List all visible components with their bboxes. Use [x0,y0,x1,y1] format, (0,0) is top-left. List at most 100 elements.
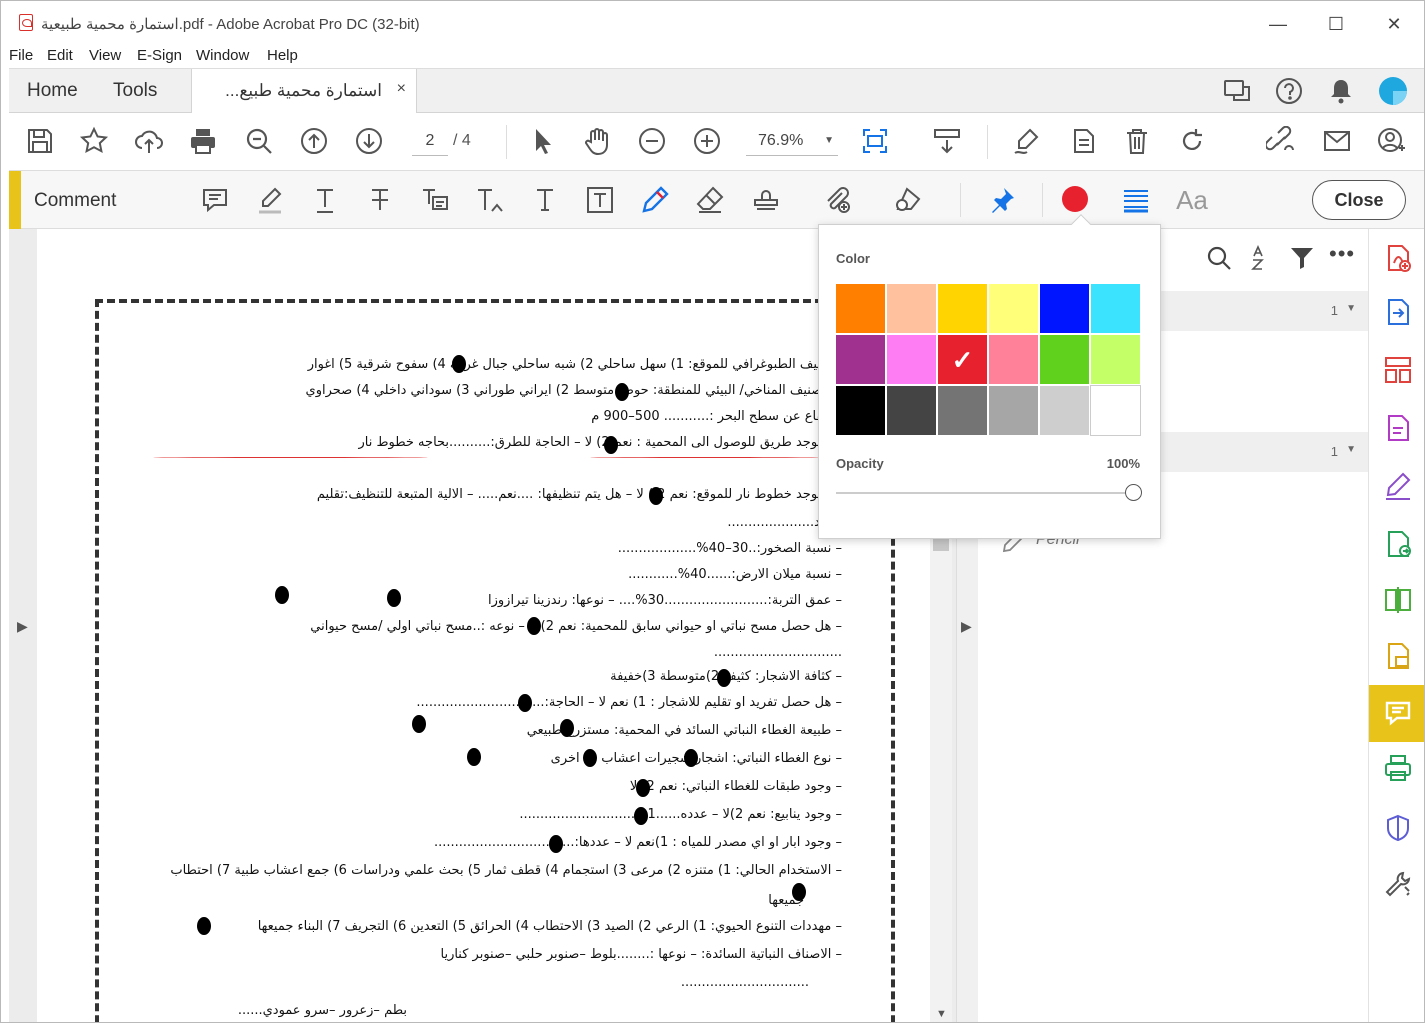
tab-home[interactable]: Home [27,80,78,102]
prev-page-icon[interactable] [298,125,330,157]
scroll-mode-icon[interactable] [931,125,963,157]
document-viewport[interactable]: التصنيف الطبوغرافي للموقع: 1) سهل ساحلي … [9,229,956,1022]
sign-pen-icon[interactable] [1011,125,1043,157]
replace-text-icon[interactable] [418,183,452,217]
color-swatch[interactable] [1039,283,1090,334]
color-swatch[interactable] [1039,385,1090,436]
fill-sign-icon[interactable] [1383,471,1413,501]
menu-view[interactable]: View [89,47,121,64]
opacity-slider-track[interactable] [836,492,1135,494]
stamp-icon[interactable] [749,183,783,217]
color-swatch[interactable] [988,334,1039,385]
color-swatch[interactable] [886,283,937,334]
edit-pdf-icon[interactable] [1383,413,1413,443]
hand-tool-icon[interactable] [581,125,613,157]
star-icon[interactable] [78,125,110,157]
text-box-icon[interactable] [583,183,617,217]
color-swatch[interactable] [937,283,988,334]
close-tab-icon[interactable]: × [397,80,406,98]
compare-files-icon[interactable] [1383,585,1413,615]
color-swatch[interactable] [1090,385,1141,436]
tab-tools[interactable]: Tools [113,80,157,102]
sticky-note-icon[interactable] [198,183,232,217]
tab-document[interactable]: استمارة محمية طبيع... × [191,69,417,114]
create-pdf-icon[interactable] [1383,243,1413,273]
save-icon[interactable] [24,125,56,157]
print-production-icon[interactable] [1383,753,1413,783]
attach-file-icon[interactable] [820,183,854,217]
more-options-icon[interactable]: ••• [1329,243,1355,265]
menu-edit[interactable]: Edit [47,47,73,64]
line-style-icon[interactable] [1119,183,1153,217]
color-swatch[interactable] [835,283,886,334]
insert-text-icon[interactable] [473,183,507,217]
minimize-button[interactable]: — [1255,9,1301,39]
zoom-select[interactable]: 76.9% ▼ [746,126,838,156]
close-window-button[interactable]: ✕ [1371,9,1417,39]
comment-tool-icon[interactable] [1383,698,1413,728]
filled-answer-mark [649,487,663,505]
scrollbar-thumb[interactable] [933,537,949,551]
close-comment-button[interactable]: Close [1312,180,1406,220]
color-swatch[interactable] [886,385,937,436]
color-swatch[interactable] [1090,334,1141,385]
rotate-icon[interactable] [1176,125,1208,157]
select-cursor-icon[interactable] [526,125,558,157]
account-icon[interactable] [1378,76,1408,106]
print-icon[interactable] [187,125,219,157]
next-page-icon[interactable] [353,125,385,157]
redact-icon[interactable] [1066,125,1098,157]
scroll-down-icon[interactable]: ▼ [936,1008,947,1020]
zoom-search-icon[interactable] [243,125,275,157]
pin-icon[interactable] [985,183,1019,217]
color-swatch[interactable] [988,283,1039,334]
color-picker-popup: Color Opacity 100% [818,214,1161,539]
filter-icon[interactable] [1289,245,1315,276]
menu-help[interactable]: Help [267,47,298,64]
menu-file[interactable]: File [9,47,33,64]
color-swatch[interactable] [937,385,988,436]
protect-shield-icon[interactable] [1383,813,1413,843]
color-swatch[interactable] [988,385,1039,436]
color-picker-button[interactable] [1062,186,1088,212]
email-icon[interactable] [1321,125,1353,157]
eraser-icon[interactable] [693,183,727,217]
menu-esign[interactable]: E-Sign [137,47,182,64]
toolbar-divider [506,125,507,159]
left-pane-toggle-icon[interactable]: ▶ [17,618,28,635]
sort-az-icon[interactable] [1250,245,1272,276]
color-swatch[interactable] [886,334,937,385]
opacity-slider-handle[interactable] [1125,484,1142,501]
underline-text-icon[interactable] [308,183,342,217]
menu-window[interactable]: Window [196,47,249,64]
bell-icon[interactable] [1326,76,1356,106]
share-link-icon[interactable] [1265,125,1297,157]
zoom-in-icon[interactable] [691,125,723,157]
color-swatch[interactable] [835,385,886,436]
page-number-input[interactable] [412,126,448,156]
send-for-review-icon[interactable] [1383,529,1413,559]
zoom-out-icon[interactable] [636,125,668,157]
cloud-upload-icon[interactable] [133,125,165,157]
more-tools-icon[interactable] [1383,869,1413,899]
color-swatch[interactable] [1039,334,1090,385]
strikethrough-text-icon[interactable] [363,183,397,217]
color-swatch[interactable] [937,334,988,385]
color-swatch[interactable] [1090,283,1141,334]
trash-icon[interactable] [1121,125,1153,157]
maximize-button[interactable]: ☐ [1313,9,1359,39]
comment-file-icon[interactable] [1383,641,1413,671]
fit-page-icon[interactable] [859,125,891,157]
help-icon[interactable] [1274,76,1304,106]
organize-pages-icon[interactable] [1383,355,1413,385]
font-style-icon[interactable]: Aa [1175,183,1209,217]
share-screen-icon[interactable] [1222,76,1252,106]
pencil-icon[interactable] [638,183,672,217]
color-swatch[interactable] [835,334,886,385]
shapes-icon[interactable] [891,183,925,217]
highlight-icon[interactable] [253,183,287,217]
search-icon[interactable] [1206,245,1232,276]
export-pdf-icon[interactable] [1383,297,1413,327]
add-text-comment-icon[interactable] [528,183,562,217]
add-user-icon[interactable] [1375,125,1407,157]
